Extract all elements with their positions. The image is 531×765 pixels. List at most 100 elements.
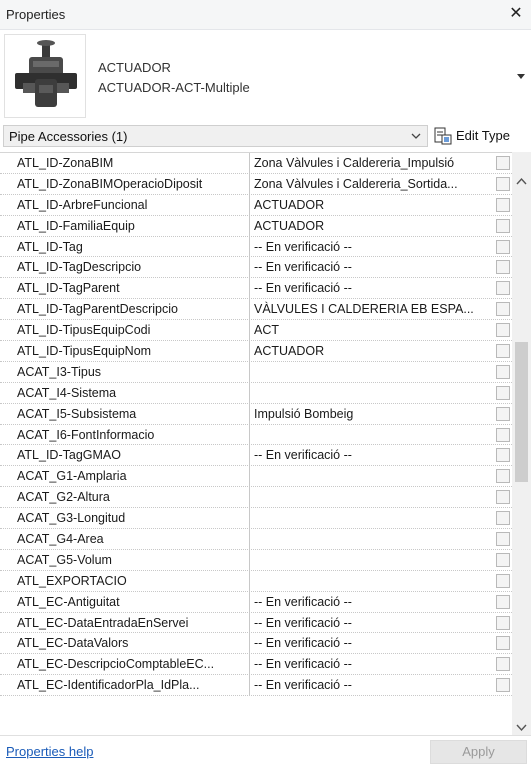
parameter-value[interactable]: -- En verificació -- xyxy=(251,654,495,674)
parameter-row[interactable]: ATL_ID-TagParent -- En verificació -- xyxy=(0,278,512,300)
parameter-value[interactable]: ACTUADOR xyxy=(251,216,495,236)
parameter-value[interactable]: VÀLVULES I CALDERERIA EB ESPA... xyxy=(251,299,495,319)
parameter-checkbox[interactable] xyxy=(496,490,510,505)
parameter-value[interactable] xyxy=(251,383,495,403)
window-title: Properties xyxy=(6,7,66,22)
parameter-row[interactable]: ATL_ID-TagDescripcio -- En verificació -- xyxy=(0,257,512,279)
parameter-row[interactable]: ATL_EXPORTACIO xyxy=(0,570,512,592)
parameter-checkbox[interactable] xyxy=(496,511,510,526)
parameter-checkbox[interactable] xyxy=(496,364,510,379)
parameter-row[interactable]: ATL_ID-TipusEquipNom ACTUADOR xyxy=(0,341,512,362)
parameter-checkbox[interactable] xyxy=(496,469,510,484)
parameter-value[interactable]: -- En verificació -- xyxy=(251,237,495,257)
parameter-value[interactable]: -- En verificació -- xyxy=(251,675,495,695)
parameter-row[interactable]: ATL_ID-Tag -- En verificació -- xyxy=(0,236,512,258)
parameter-value[interactable] xyxy=(251,425,495,445)
parameter-value[interactable]: -- En verificació -- xyxy=(251,592,495,612)
parameter-value[interactable] xyxy=(251,571,495,591)
properties-help-link[interactable]: Properties help xyxy=(6,744,93,759)
parameter-value[interactable] xyxy=(251,487,495,507)
parameter-row[interactable]: ATL_ID-ArbreFuncional ACTUADOR xyxy=(0,194,512,216)
parameter-checkbox[interactable] xyxy=(496,323,510,338)
parameter-value[interactable] xyxy=(251,508,495,528)
parameter-checkbox[interactable] xyxy=(496,302,510,317)
parameter-checkbox[interactable] xyxy=(496,156,510,170)
parameter-checkbox[interactable] xyxy=(496,281,510,296)
parameter-checkbox[interactable] xyxy=(496,427,510,442)
parameter-checkbox[interactable] xyxy=(496,615,510,630)
parameter-checkbox[interactable] xyxy=(496,260,510,275)
parameter-name: ATL_ID-TipusEquipCodi xyxy=(0,320,250,341)
parameter-value[interactable] xyxy=(251,529,495,549)
scroll-up-icon[interactable] xyxy=(512,174,531,190)
parameter-row[interactable]: ACAT_G1-Amplaria xyxy=(0,466,512,488)
parameter-checkbox[interactable] xyxy=(496,636,510,651)
category-filter-dropdown[interactable]: Pipe Accessories (1) xyxy=(3,125,428,147)
parameter-value[interactable]: ACTUADOR xyxy=(251,341,495,361)
parameter-row[interactable]: ACAT_I6-FontInformacio xyxy=(0,424,512,446)
parameter-value[interactable]: Zona Vàlvules i Caldereria_Impulsió xyxy=(251,153,495,173)
parameter-row[interactable]: ATL_ID-ZonaBIM Zona Vàlvules i Caldereria… xyxy=(0,153,512,174)
parameter-value[interactable]: -- En verificació -- xyxy=(251,613,495,633)
parameter-row[interactable]: ACAT_G3-Longitud xyxy=(0,508,512,530)
parameter-value[interactable]: -- En verificació -- xyxy=(251,633,495,653)
parameter-name: ATL_ID-ArbreFuncional xyxy=(0,194,250,215)
parameter-value[interactable] xyxy=(251,466,495,486)
parameter-value[interactable]: Impulsió Bombeig xyxy=(251,404,495,424)
parameter-value[interactable] xyxy=(251,362,495,382)
scrollbar-thumb[interactable] xyxy=(515,342,528,482)
edit-type-label: Edit Type xyxy=(456,128,510,143)
parameter-name: ACAT_G5-Volum xyxy=(0,549,250,570)
edit-type-button[interactable]: Edit Type xyxy=(432,125,528,147)
parameter-row[interactable]: ATL_EC-Antiguitat -- En verificació -- xyxy=(0,591,512,613)
parameter-value[interactable]: -- En verificació -- xyxy=(251,278,495,298)
parameter-row[interactable]: ATL_EC-DataEntradaEnServei -- En verifica… xyxy=(0,612,512,634)
parameter-checkbox[interactable] xyxy=(496,218,510,233)
scroll-down-icon[interactable] xyxy=(512,719,531,735)
parameter-checkbox[interactable] xyxy=(496,532,510,547)
apply-button[interactable]: Apply xyxy=(430,740,527,764)
parameter-name: ATL_ID-TagParentDescripcio xyxy=(0,299,250,320)
parameter-checkbox[interactable] xyxy=(496,573,510,588)
parameter-value[interactable]: Zona Vàlvules i Caldereria_Sortida... xyxy=(251,174,495,194)
type-selector[interactable]: ACTUADOR ACTUADOR-ACT-Multiple xyxy=(0,30,531,123)
parameter-row[interactable]: ACAT_G4-Area xyxy=(0,529,512,550)
filter-bar: Pipe Accessories (1) Edit Type xyxy=(0,123,531,149)
parameter-row[interactable]: ACAT_I4-Sistema xyxy=(0,382,512,404)
parameter-value[interactable] xyxy=(251,550,495,570)
vertical-scrollbar[interactable] xyxy=(512,152,531,735)
parameter-checkbox[interactable] xyxy=(496,197,510,212)
category-filter-value: Pipe Accessories (1) xyxy=(9,129,128,144)
parameter-name: ACAT_I5-Subsistema xyxy=(0,403,250,424)
parameter-checkbox[interactable] xyxy=(496,657,510,672)
parameter-row[interactable]: ACAT_I5-Subsistema Impulsió Bombeig xyxy=(0,403,512,425)
parameter-checkbox[interactable] xyxy=(496,385,510,400)
parameter-row[interactable]: ACAT_I3-Tipus xyxy=(0,361,512,383)
parameter-checkbox[interactable] xyxy=(496,344,510,359)
parameter-row[interactable]: ATL_EC-DescripcioComptableEC... -- En ver… xyxy=(0,654,512,676)
parameter-value[interactable]: ACT xyxy=(251,320,495,340)
parameter-row[interactable]: ATL_ID-TipusEquipCodi ACT xyxy=(0,320,512,342)
parameter-value[interactable]: -- En verificació -- xyxy=(251,257,495,277)
parameter-row[interactable]: ATL_ID-ZonaBIMOperacioDiposit Zona Vàlvul… xyxy=(0,173,512,195)
parameter-row[interactable]: ACAT_G5-Volum xyxy=(0,549,512,571)
parameter-row[interactable]: ATL_ID-TagParentDescripcio VÀLVULES I CAL… xyxy=(0,299,512,321)
parameter-row[interactable]: ATL_EC-IdentificadorPla_IdPla... -- En ve… xyxy=(0,675,512,697)
parameter-row[interactable]: ATL_ID-TagGMAO -- En verificació -- xyxy=(0,445,512,467)
parameter-value[interactable]: ACTUADOR xyxy=(251,195,495,215)
parameter-value[interactable]: -- En verificació -- xyxy=(251,445,495,465)
parameter-checkbox[interactable] xyxy=(496,406,510,421)
parameter-checkbox[interactable] xyxy=(496,678,510,693)
parameter-row[interactable]: ACAT_G2-Altura xyxy=(0,487,512,509)
parameter-name: ATL_EC-IdentificadorPla_IdPla... xyxy=(0,675,250,696)
parameter-row[interactable]: ATL_EC-DataValors -- En verificació -- xyxy=(0,633,512,655)
type-dropdown-arrow-icon[interactable] xyxy=(515,70,527,82)
parameter-name: ACAT_I3-Tipus xyxy=(0,361,250,382)
parameter-checkbox[interactable] xyxy=(496,239,510,254)
close-icon[interactable]: ✕ xyxy=(507,5,525,23)
parameter-checkbox[interactable] xyxy=(496,448,510,463)
parameter-checkbox[interactable] xyxy=(496,594,510,609)
parameter-row[interactable]: ATL_ID-FamiliaEquip ACTUADOR xyxy=(0,215,512,237)
parameter-checkbox[interactable] xyxy=(496,552,510,567)
parameter-checkbox[interactable] xyxy=(496,176,510,191)
